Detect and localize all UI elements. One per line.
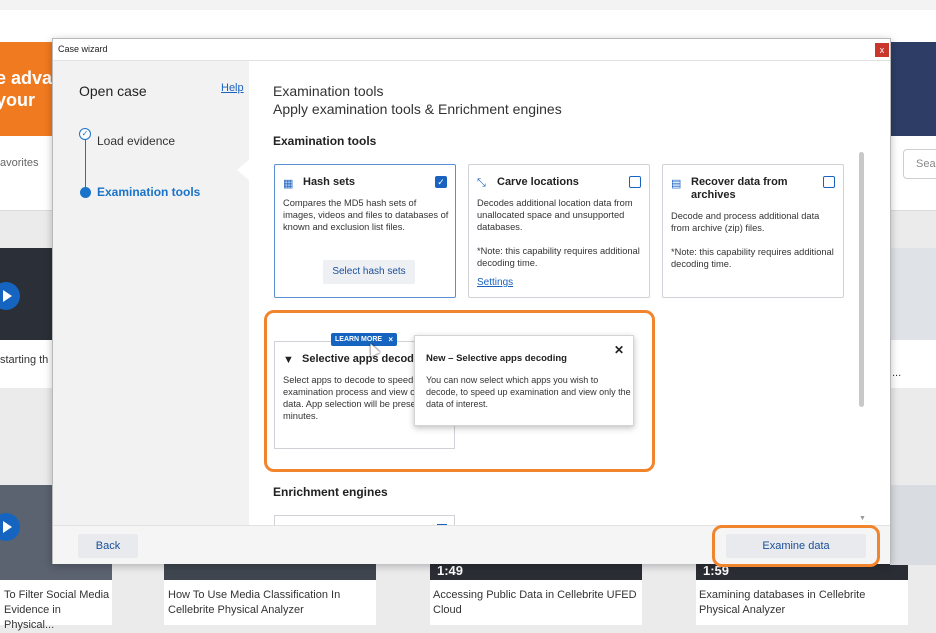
card-description: Decodes additional location data from un…: [477, 198, 633, 232]
scroll-down-icon[interactable]: ▼: [859, 515, 866, 522]
card-description: Compares the MD5 hash sets of images, vi…: [283, 198, 449, 232]
banner-text-line1: e adva: [0, 68, 52, 88]
hash-sets-card[interactable]: ▦ Hash sets ✓ Compares the MD5 hash sets…: [274, 164, 456, 298]
step-examination-tools[interactable]: Examination tools: [97, 185, 200, 199]
video-caption[interactable]: To Filter Social Media Evidence in Physi…: [4, 588, 112, 633]
hash-sets-icon: ▦: [283, 178, 294, 190]
step-connector: [85, 137, 86, 189]
hash-sets-checkbox[interactable]: ✓: [435, 176, 447, 188]
back-button[interactable]: Back: [78, 534, 138, 558]
highlight-outline: [264, 310, 655, 472]
background-banner: e adva your: [0, 42, 52, 136]
archive-icon: ▤: [671, 178, 682, 190]
video-caption[interactable]: Accessing Public Data in Cellebrite UFED…: [433, 588, 638, 618]
check-circle-icon: ✓: [79, 128, 91, 140]
background-top-band: [0, 0, 936, 10]
card-description: Decode and process additional data from …: [671, 211, 820, 233]
background-search-input[interactable]: Sear: [903, 149, 936, 179]
active-step-pointer: [237, 159, 250, 181]
close-icon[interactable]: x: [875, 43, 889, 57]
page-subtitle: Apply examination tools & Enrichment eng…: [273, 101, 562, 117]
sidebar-title: Open case: [79, 83, 147, 99]
step-load-evidence[interactable]: Load evidence: [97, 134, 175, 148]
select-hash-sets-button[interactable]: Select hash sets: [323, 260, 415, 284]
card-note: *Note: this capability requires addition…: [477, 246, 640, 268]
favorites-tab[interactable]: avorites: [0, 157, 39, 169]
video-duration: 1:49: [437, 563, 464, 578]
case-wizard-dialog: Case wizard x Open case Help ✓ Load evid…: [52, 38, 891, 564]
wizard-sidebar: Open case Help ✓ Load evidence Examinati…: [53, 61, 249, 525]
highlight-outline: [712, 525, 880, 567]
card-title: Hash sets: [303, 176, 355, 188]
video-thumbnail[interactable]: [890, 485, 936, 565]
video-thumbnail[interactable]: [890, 248, 936, 340]
examination-tools-heading: Examination tools: [273, 134, 377, 148]
recover-archives-checkbox[interactable]: [823, 176, 835, 188]
carve-icon: ⤡: [477, 177, 486, 189]
dialog-titlebar: Case wizard x: [53, 39, 890, 61]
video-caption[interactable]: ...: [892, 366, 901, 381]
card-title: Carve locations: [497, 176, 579, 188]
card-note: *Note: this capability requires addition…: [671, 247, 834, 269]
background-banner-right: [890, 42, 936, 136]
active-step-dot-icon: [80, 187, 91, 198]
dialog-title: Case wizard: [58, 44, 108, 54]
page-title: Examination tools: [273, 83, 384, 99]
settings-link[interactable]: Settings: [477, 277, 513, 288]
video-caption[interactable]: starting th: [0, 353, 48, 368]
banner-text-line2: your: [0, 90, 36, 110]
card-title: Recover data from archives: [691, 176, 788, 201]
carve-locations-card[interactable]: ⤡ Carve locations Decodes additional loc…: [468, 164, 650, 298]
video-caption[interactable]: How To Use Media Classification In Celle…: [168, 588, 373, 618]
help-link[interactable]: Help: [221, 82, 244, 94]
carve-locations-checkbox[interactable]: [629, 176, 641, 188]
video-caption[interactable]: Examining databases in Cellebrite Physic…: [699, 588, 909, 618]
video-thumbnail[interactable]: [164, 564, 376, 580]
recover-archives-card[interactable]: ▤ Recover data from archives Decode and …: [662, 164, 844, 298]
scrollbar[interactable]: [859, 152, 864, 407]
enrichment-engines-heading: Enrichment engines: [273, 485, 388, 499]
